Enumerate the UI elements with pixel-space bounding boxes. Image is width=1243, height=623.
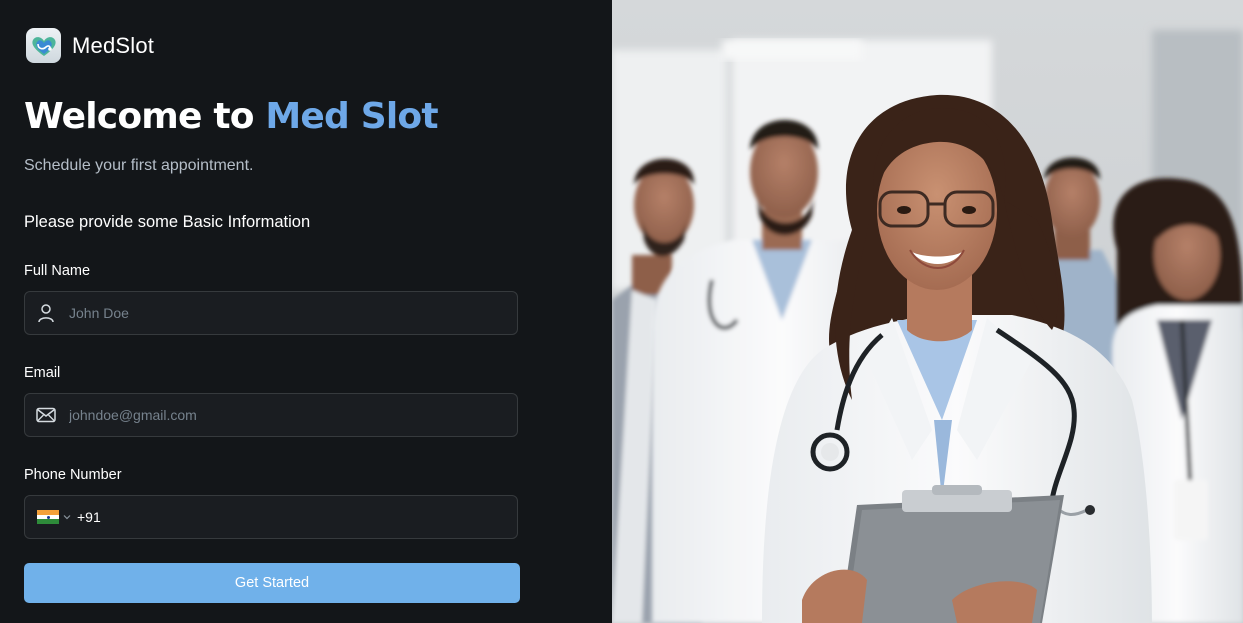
page-title: Welcome to Med Slot (24, 96, 439, 137)
brand-logo: MedSlot (26, 28, 154, 63)
country-code-select[interactable] (37, 510, 71, 524)
title-prefix: Welcome to (24, 96, 254, 137)
email-label: Email (24, 365, 61, 381)
user-icon (35, 302, 57, 324)
dial-code: +91 (77, 509, 101, 525)
section-title: Please provide some Basic Information (24, 213, 311, 231)
signup-panel: MedSlot Welcome to Med Slot Schedule you… (0, 0, 612, 623)
page-subtitle: Schedule your first appointment. (24, 157, 254, 174)
page: MedSlot Welcome to Med Slot Schedule you… (0, 0, 1243, 623)
chevron-down-icon (63, 513, 71, 521)
full-name-label: Full Name (24, 263, 91, 279)
doctors-photo (612, 0, 1243, 623)
brand-name: MedSlot (72, 32, 155, 58)
phone-input[interactable] (104, 496, 517, 538)
email-field[interactable] (24, 393, 518, 437)
email-input[interactable] (69, 394, 517, 436)
full-name-input[interactable] (69, 292, 517, 334)
heart-stethoscope-icon (26, 28, 61, 63)
full-name-field[interactable] (24, 291, 518, 335)
india-flag-icon (37, 510, 59, 524)
title-accent: Med Slot (265, 96, 438, 137)
phone-field[interactable]: +91 (24, 495, 518, 539)
get-started-button[interactable]: Get Started (24, 563, 520, 603)
mail-icon (35, 404, 57, 426)
phone-label: Phone Number (24, 467, 122, 483)
